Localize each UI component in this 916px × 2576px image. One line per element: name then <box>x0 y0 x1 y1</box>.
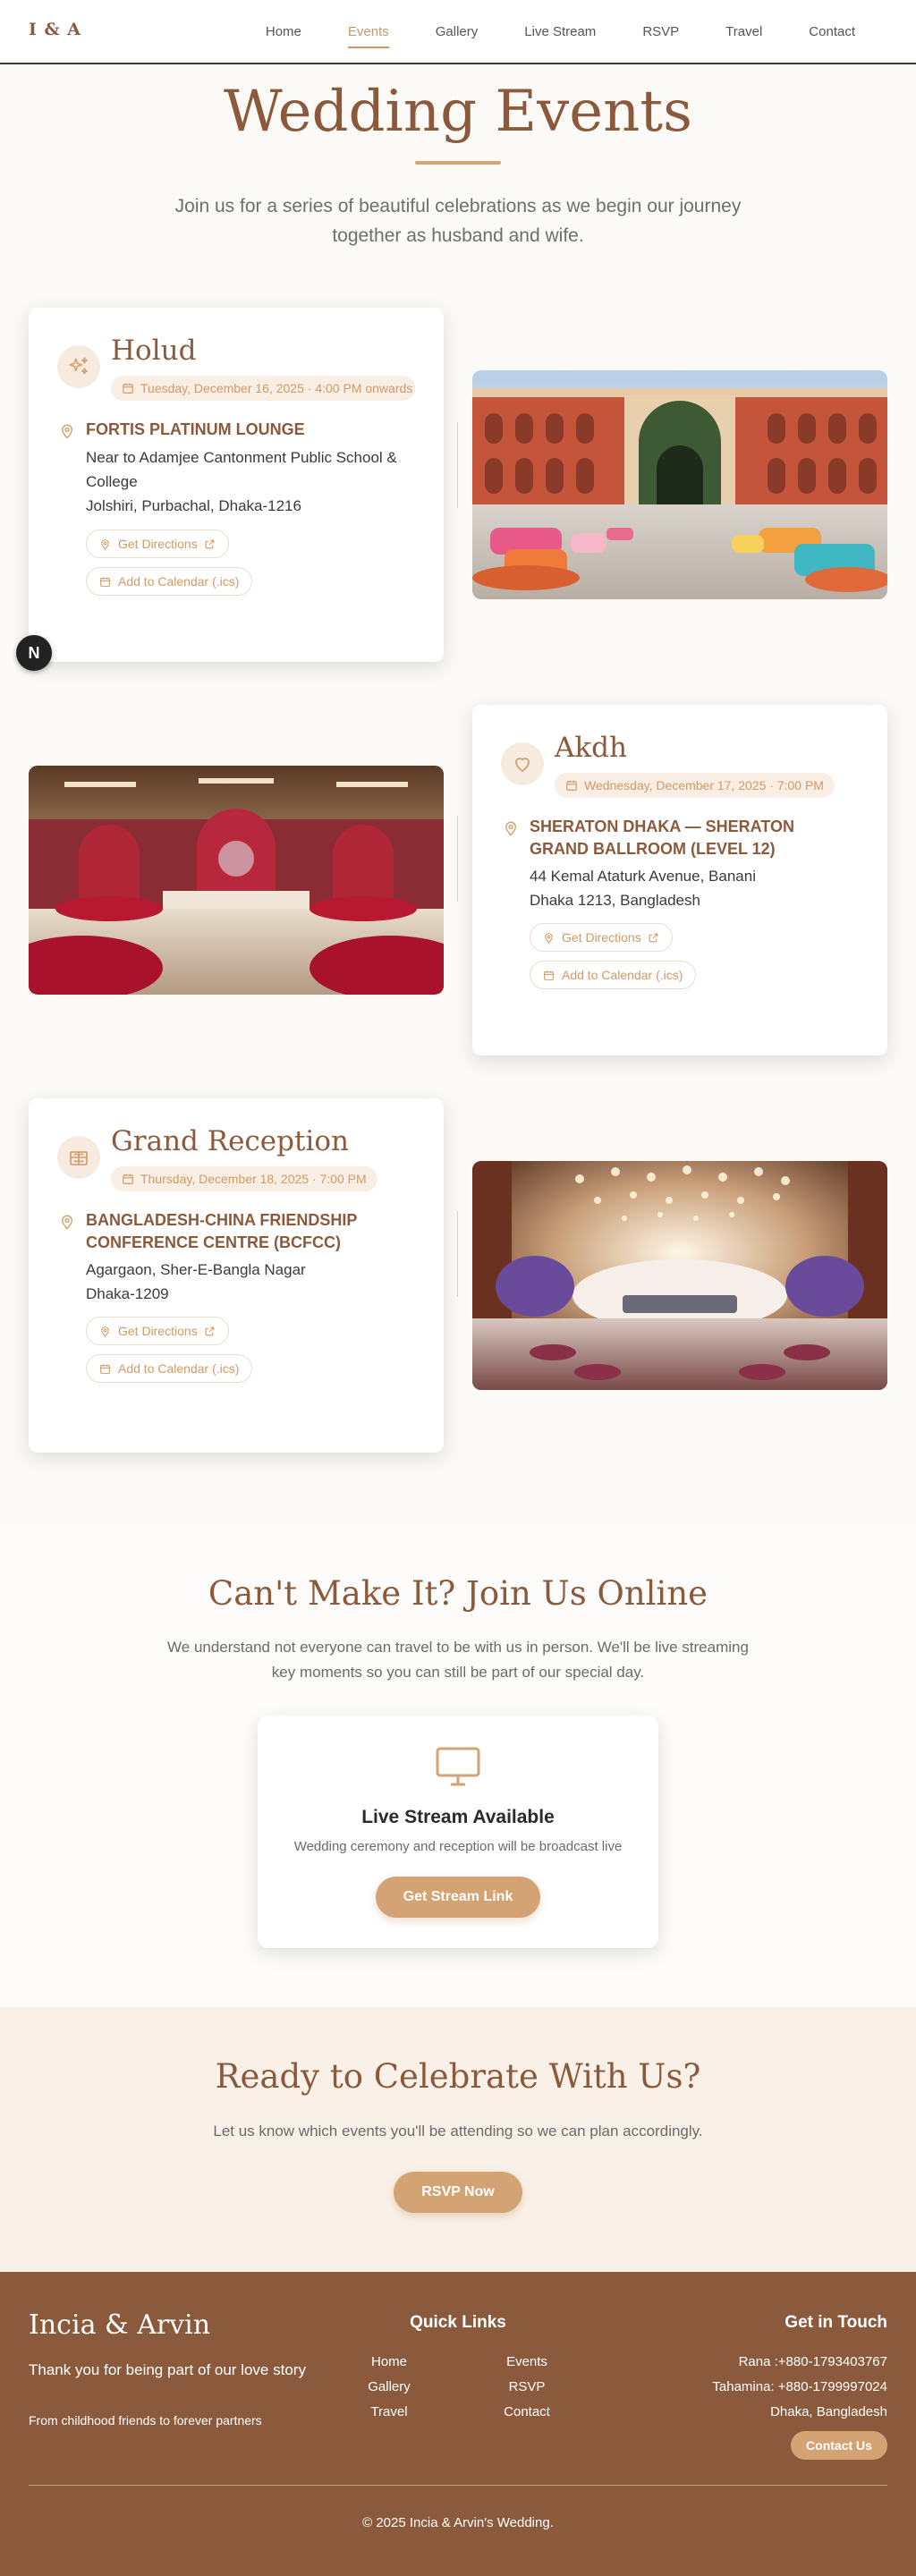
calendar-icon <box>100 577 110 587</box>
event-venue: FORTIS PLATINUM LOUNGE <box>86 420 305 438</box>
monitor-icon <box>436 1747 480 1786</box>
footer-link-home[interactable]: Home <box>335 2354 443 2369</box>
external-link-icon <box>205 1326 215 1335</box>
map-pin-icon <box>505 821 517 836</box>
event-date-badge: Tuesday, December 16, 2025 · 4:00 PM onw… <box>111 376 415 401</box>
event-card-holud: Holud Tuesday, December 16, 2025 · 4:00 … <box>29 308 444 662</box>
sparkles-icon <box>57 345 100 388</box>
calendar-icon <box>566 780 577 791</box>
get-in-touch-title: Get in Touch <box>785 2313 887 2332</box>
timeline-line <box>457 422 458 508</box>
event-address-line-2: Jolshiri, Purbachal, Dhaka-1216 <box>86 497 301 514</box>
nav-link-travel[interactable]: Travel <box>702 0 785 63</box>
footer-tagline: From childhood friends to forever partne… <box>29 2413 262 2428</box>
get-directions-label: Get Directions <box>118 537 198 551</box>
event-title: Holud <box>111 335 197 367</box>
live-stream-card: Live Stream Available Wedding ceremony a… <box>258 1716 658 1948</box>
top-navbar: I & A Home Events Gallery Live Stream RS… <box>0 0 916 64</box>
rsvp-now-button[interactable]: RSVP Now <box>394 2172 522 2213</box>
timeline-line <box>457 1211 458 1297</box>
calendar-icon <box>123 383 133 394</box>
event-card-akdh: Akdh Wednesday, December 17, 2025 · 7:00… <box>472 705 887 1055</box>
map-pin-icon <box>545 932 553 944</box>
rsvp-section-text: Let us know which events you'll be atten… <box>213 2123 703 2140</box>
reception-venue-photo <box>472 1161 887 1390</box>
event-card-grand-reception: Grand Reception Thursday, December 18, 2… <box>29 1098 444 1453</box>
external-link-icon <box>649 933 658 942</box>
footer-link-rsvp[interactable]: RSVP <box>473 2379 581 2394</box>
add-to-calendar-button[interactable]: Add to Calendar (.ics) <box>86 567 253 596</box>
event-address-line-1: 44 Kemal Ataturk Avenue, Banani <box>530 868 756 885</box>
add-to-calendar-button[interactable]: Add to Calendar (.ics) <box>86 1354 253 1383</box>
map-pin-icon <box>61 1215 73 1230</box>
live-stream-card-text: Wedding ceremony and reception will be b… <box>293 1839 623 1854</box>
event-venue: SHERATON DHAKA — SHERATON GRAND BALLROOM… <box>530 818 795 858</box>
add-to-calendar-label: Add to Calendar (.ics) <box>118 1361 240 1376</box>
external-link-icon <box>205 539 215 548</box>
add-to-calendar-label: Add to Calendar (.ics) <box>118 574 240 589</box>
event-venue: BANGLADESH-CHINA FRIENDSHIP CONFERENCE C… <box>86 1211 358 1251</box>
site-footer: Incia & Arvin Thank you for being part o… <box>0 2272 916 2576</box>
title-underline <box>415 161 501 165</box>
add-to-calendar-button[interactable]: Add to Calendar (.ics) <box>530 961 697 989</box>
event-date-badge: Wednesday, December 17, 2025 · 7:00 PM <box>555 773 835 798</box>
quick-links-title: Quick Links <box>410 2313 506 2332</box>
floating-n-badge[interactable]: N <box>16 635 52 671</box>
event-date-text: Thursday, December 18, 2025 · 7:00 PM <box>140 1172 367 1186</box>
heart-icon <box>501 742 544 785</box>
nav-link-rsvp[interactable]: RSVP <box>619 0 702 63</box>
calendar-icon <box>123 1174 133 1184</box>
site-logo[interactable]: I & A <box>29 20 81 39</box>
event-address-line-1: Agargaon, Sher-E-Bangla Nagar <box>86 1261 306 1278</box>
event-date-badge: Thursday, December 18, 2025 · 7:00 PM <box>111 1166 377 1191</box>
footer-divider <box>29 2485 887 2486</box>
timeline-line <box>457 816 458 902</box>
page-title: Wedding Events <box>224 79 692 145</box>
calendar-icon <box>100 1364 110 1374</box>
online-section-title: Can't Make It? Join Us Online <box>208 1574 708 1613</box>
get-directions-label: Get Directions <box>562 930 641 945</box>
contact-location: Dhaka, Bangladesh <box>770 2404 887 2419</box>
contact-us-button[interactable]: Contact Us <box>791 2431 887 2460</box>
gift-icon <box>57 1136 100 1179</box>
footer-link-gallery[interactable]: Gallery <box>335 2379 443 2394</box>
footer-link-travel[interactable]: Travel <box>335 2404 443 2419</box>
map-pin-icon <box>61 424 73 439</box>
get-directions-label: Get Directions <box>118 1324 198 1338</box>
live-stream-card-title: Live Stream Available <box>361 1807 555 1827</box>
footer-thanks: Thank you for being part of our love sto… <box>29 2361 306 2378</box>
akdh-venue-photo <box>29 766 444 995</box>
event-title: Grand Reception <box>111 1125 349 1157</box>
nav-link-contact[interactable]: Contact <box>785 0 878 63</box>
nav-link-events[interactable]: Events <box>325 0 412 63</box>
event-address-line-1: Near to Adamjee Cantonment Public School… <box>86 449 397 490</box>
footer-link-events[interactable]: Events <box>473 2354 581 2369</box>
online-section-text: We understand not everyone can travel to… <box>167 1639 749 1681</box>
get-directions-button[interactable]: Get Directions <box>530 923 673 952</box>
nav-link-gallery[interactable]: Gallery <box>412 0 502 63</box>
nav-links: Home Events Gallery Live Stream RSVP Tra… <box>242 0 878 63</box>
rsvp-section-title: Ready to Celebrate With Us? <box>215 2057 701 2096</box>
map-pin-icon <box>101 1326 109 1337</box>
calendar-icon <box>544 970 554 980</box>
footer-brand: Incia & Arvin <box>29 2309 211 2341</box>
nav-link-live-stream[interactable]: Live Stream <box>501 0 619 63</box>
event-date-text: Tuesday, December 16, 2025 · 4:00 PM onw… <box>140 381 413 395</box>
get-directions-button[interactable]: Get Directions <box>86 530 229 558</box>
map-pin-icon <box>101 538 109 550</box>
add-to-calendar-label: Add to Calendar (.ics) <box>562 968 683 982</box>
event-address-line-2: Dhaka-1209 <box>86 1285 169 1302</box>
event-date-text: Wednesday, December 17, 2025 · 7:00 PM <box>584 778 824 792</box>
contact-phone-tahamina: Tahamina: +880-1799997024 <box>712 2379 887 2394</box>
get-stream-link-button[interactable]: Get Stream Link <box>376 1877 540 1918</box>
event-address-line-2: Dhaka 1213, Bangladesh <box>530 892 700 909</box>
page-subtitle: Join us for a series of beautiful celebr… <box>174 196 742 246</box>
nav-link-home[interactable]: Home <box>242 0 325 63</box>
footer-link-contact[interactable]: Contact <box>473 2404 581 2419</box>
get-directions-button[interactable]: Get Directions <box>86 1317 229 1345</box>
event-title: Akdh <box>555 732 627 764</box>
holud-venue-photo <box>472 370 887 599</box>
contact-phone-rana: Rana :+880-1793403767 <box>738 2354 887 2369</box>
footer-copyright: © 2025 Incia & Arvin's Wedding. <box>362 2515 554 2530</box>
